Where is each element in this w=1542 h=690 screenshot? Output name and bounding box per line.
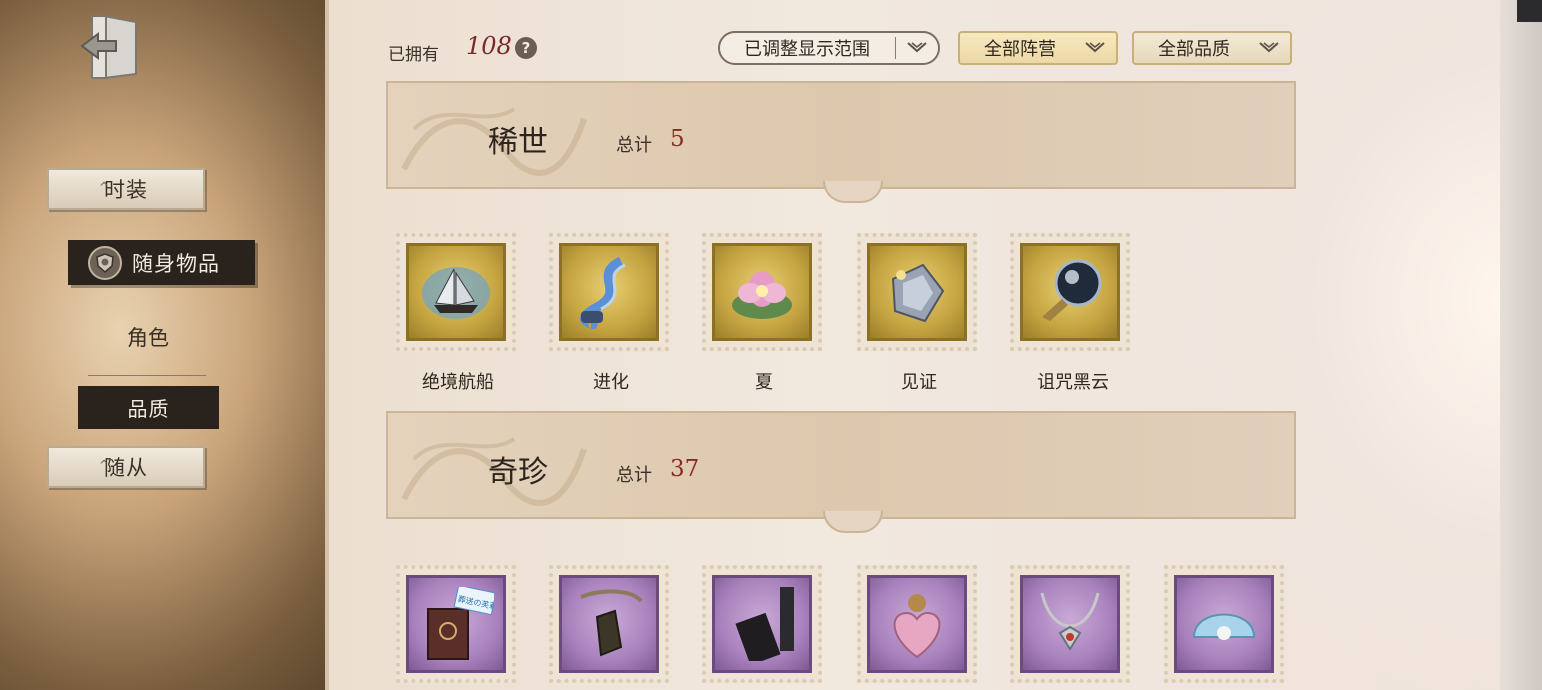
caret-up-icon: ^ — [99, 180, 110, 194]
section-title: 稀世 — [488, 125, 548, 160]
section-total-label: 总计 — [616, 465, 652, 486]
item-stamp[interactable] — [857, 233, 977, 351]
dark-orb-icon — [1042, 259, 1102, 321]
owned-label: 已拥有 — [388, 45, 439, 65]
subtab-quality[interactable]: 品质 — [78, 386, 219, 429]
item-stamp[interactable] — [702, 565, 822, 683]
section-title: 奇珍 — [488, 455, 548, 490]
tab-outfit[interactable]: ^ 时装 — [47, 168, 205, 210]
item-stamp[interactable] — [1010, 233, 1130, 351]
quality-dropdown[interactable]: 全部品质 — [1132, 31, 1292, 65]
item-name: 绝境航船 — [422, 372, 494, 393]
faction-dropdown-label: 全部阵营 — [984, 39, 1056, 60]
faction-dropdown[interactable]: 全部阵营 — [958, 31, 1118, 65]
tab-accessory-label: 随身物品 — [132, 251, 220, 276]
chevron-down-icon — [1082, 38, 1108, 58]
caret-up-icon: ^ — [99, 458, 110, 472]
chevron-down-icon — [904, 38, 930, 58]
book-icon: 葬送の芙莉莲 — [427, 587, 494, 660]
section-banner-rare: 稀世 总计 5 — [386, 81, 1296, 203]
tab-outfit-label: 时装 — [104, 178, 148, 202]
shell-icon — [1192, 613, 1256, 640]
panel-edge — [1500, 0, 1542, 690]
item-stamp[interactable]: 葬送の芙莉莲 — [396, 565, 516, 683]
item-stamp[interactable] — [1164, 565, 1284, 683]
owned-count: 108 — [466, 32, 512, 60]
section-total-value: 37 — [670, 456, 700, 482]
pink-heart-icon — [893, 594, 941, 659]
divider — [88, 375, 206, 376]
quality-dropdown-label: 全部品质 — [1158, 39, 1230, 60]
item-name: 诅咒黑云 — [1037, 372, 1109, 393]
item-stamp[interactable] — [549, 233, 669, 351]
crystal-icon — [891, 263, 945, 323]
item-name: 夏 — [755, 372, 773, 393]
dropdown-separator — [895, 37, 896, 59]
dna-helix-icon — [579, 256, 626, 329]
subtab-quality-label: 品质 — [127, 397, 170, 421]
tab-follower[interactable]: ^ 随从 — [47, 446, 205, 488]
item-name: 进化 — [593, 372, 629, 393]
help-icon[interactable]: ? — [515, 37, 537, 59]
exit-icon[interactable] — [78, 12, 142, 80]
section-total-value: 5 — [670, 126, 685, 152]
phone-icon — [735, 587, 794, 661]
corner-tab — [1517, 0, 1542, 22]
emblem-icon — [88, 245, 122, 280]
section-total-label: 总计 — [616, 135, 652, 156]
item-stamp[interactable] — [1010, 565, 1130, 683]
tab-follower-label: 随从 — [104, 456, 148, 480]
section-banner-precious: 奇珍 总计 37 — [386, 411, 1296, 533]
item-stamp[interactable] — [396, 233, 516, 351]
lotus-icon — [732, 271, 792, 319]
sidebar: ^ 时装 随身物品 角色 品质 ^ 随从 — [0, 0, 330, 690]
range-dropdown[interactable]: 已调整显示范围 — [718, 31, 940, 65]
item-name: 见证 — [901, 372, 937, 393]
item-stamp[interactable] — [857, 565, 977, 683]
game-screen: ^ 时装 随身物品 角色 品质 ^ 随从 已拥有 108 ? 已调整显示范围 全… — [0, 0, 1542, 690]
chevron-down-icon — [1256, 38, 1282, 58]
necklace-icon — [1040, 592, 1100, 651]
range-dropdown-label: 已调整显示范围 — [744, 39, 870, 60]
item-stamp[interactable] — [549, 565, 669, 683]
tab-accessory[interactable]: 随身物品 — [68, 240, 255, 285]
pendant-icon — [580, 589, 643, 657]
subtab-character[interactable]: 角色 — [127, 322, 169, 352]
ship-icon — [422, 267, 490, 319]
item-stamp[interactable] — [702, 233, 822, 351]
